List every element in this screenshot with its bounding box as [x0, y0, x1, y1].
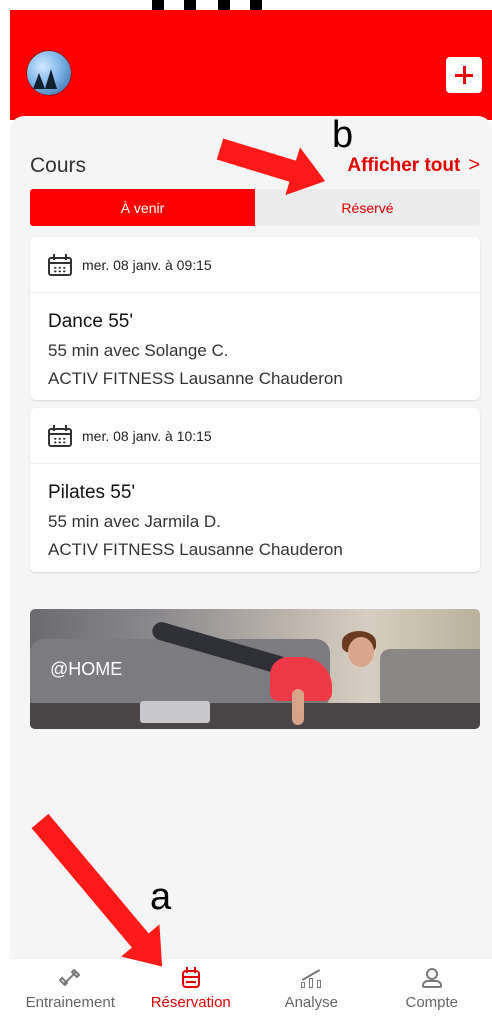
main-content: Cours Afficher tout > À venir Réservé me… — [10, 116, 492, 958]
course-card[interactable]: mer. 08 janv. à 10:15 Pilates 55' 55 min… — [30, 408, 480, 572]
section-title: Cours — [30, 154, 87, 177]
calendar-icon — [48, 253, 72, 276]
add-button[interactable] — [446, 57, 482, 93]
see-all-label: Afficher tout — [347, 154, 461, 176]
course-tabs: À venir Réservé — [30, 189, 480, 226]
tab-upcoming[interactable]: À venir — [30, 189, 255, 226]
palm-tree-shape — [33, 73, 45, 89]
nav-item-analysis[interactable]: Analyse — [251, 959, 372, 1018]
course-location: ACTIV FITNESS Lausanne Chauderon — [48, 540, 343, 559]
plus-icon — [455, 66, 473, 84]
annotation-marker: a — [150, 876, 172, 918]
banner-sofa-shape — [380, 649, 480, 709]
course-datetime: mer. 08 janv. à 10:15 — [82, 427, 212, 444]
profile-avatar[interactable] — [26, 50, 72, 96]
chevron-right-icon: > — [468, 154, 480, 176]
course-name: Pilates 55' — [48, 482, 136, 503]
banner-person-head — [348, 637, 374, 667]
course-datetime: mer. 08 janv. à 09:15 — [82, 256, 212, 273]
nav-label: Entrainement — [25, 993, 115, 1011]
course-date-row: mer. 08 janv. à 10:15 — [30, 408, 480, 464]
course-duration-instructor: 55 min avec Solange C. — [48, 341, 229, 360]
nav-label: Réservation — [150, 993, 231, 1011]
see-all-link[interactable]: Afficher tout > — [347, 154, 480, 177]
course-name: Dance 55' — [48, 311, 133, 332]
nav-label: Analyse — [284, 993, 338, 1011]
dumbbell-icon — [58, 967, 81, 989]
app-header — [10, 10, 492, 120]
nav-label: Compte — [405, 993, 459, 1011]
banner-person-arm — [292, 689, 304, 725]
calendar-icon — [48, 424, 72, 447]
course-details: Pilates 55' 55 min avec Jarmila D. ACTIV… — [30, 464, 480, 560]
account-icon — [421, 967, 443, 989]
booking-icon — [180, 966, 202, 989]
home-workout-banner[interactable]: @HOME — [30, 609, 480, 729]
bottom-navigation: Entrainement Réservation Analyse Compte — [10, 958, 492, 1018]
course-duration-instructor: 55 min avec Jarmila D. — [48, 512, 221, 531]
palm-tree-shape — [45, 69, 57, 89]
course-location: ACTIV FITNESS Lausanne Chauderon — [48, 369, 343, 388]
banner-laptop — [140, 701, 210, 723]
chart-icon — [300, 967, 322, 989]
course-details: Dance 55' 55 min avec Solange C. ACTIV F… — [30, 293, 480, 389]
annotation-marker: b — [332, 114, 354, 156]
course-card[interactable]: mer. 08 janv. à 09:15 Dance 55' 55 min a… — [30, 237, 480, 400]
course-date-row: mer. 08 janv. à 09:15 — [30, 237, 480, 293]
banner-floor-shape — [30, 703, 480, 729]
nav-item-account[interactable]: Compte — [372, 959, 492, 1018]
nav-item-training[interactable]: Entrainement — [10, 959, 131, 1018]
banner-label: @HOME — [50, 659, 123, 679]
